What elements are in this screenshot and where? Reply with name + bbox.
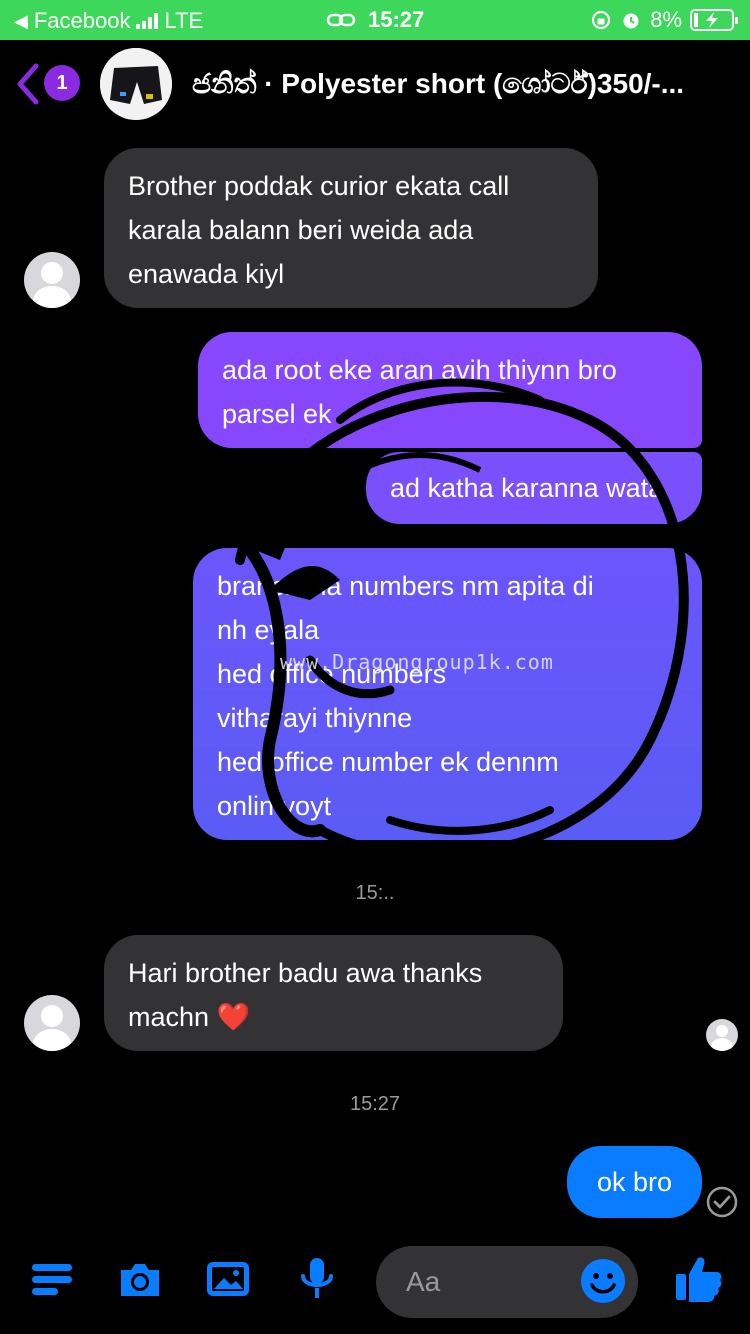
status-right: 8% (590, 7, 738, 33)
signal-icon (136, 13, 159, 29)
message-incoming[interactable]: Hari brother badu awa thanks machn ❤️ (104, 935, 563, 1051)
battery-percent: 8% (650, 7, 682, 32)
alarm-icon (623, 13, 639, 29)
message-input-placeholder: Aa (406, 1266, 441, 1297)
emoji-icon[interactable] (580, 1258, 626, 1304)
conversation-title[interactable]: ජනිත් · Polyester short (ශෝර්ට්)350/-... (192, 68, 732, 101)
unread-badge[interactable]: 1 (44, 65, 80, 101)
message-outgoing[interactable]: ad katha karanna wata (366, 452, 702, 524)
message-incoming[interactable]: Brother poddak curior ekata call karala … (104, 148, 598, 308)
contact-avatar[interactable] (24, 252, 80, 308)
status-center: 15:27 (326, 7, 424, 33)
menu-grid-icon[interactable] (28, 1254, 78, 1304)
clock: 15:27 (368, 7, 425, 32)
conversation-header: 1 ජනිත් · Polyester short (ශෝර්ට්)350/-.… (0, 40, 750, 132)
message-input[interactable]: Aa (376, 1246, 638, 1318)
seen-by-avatar (706, 1019, 738, 1051)
thumbs-up-icon[interactable] (672, 1252, 726, 1306)
status-bar: ◀ Facebook LTE 15:27 8% (0, 0, 750, 40)
watermark-url: www.Dragongroup1k.com (280, 650, 554, 674)
back-to-app-icon[interactable]: ◀ (14, 11, 28, 32)
contact-avatar[interactable] (24, 995, 80, 1051)
battery-charging-icon (690, 9, 738, 31)
camera-icon[interactable] (115, 1254, 165, 1304)
timestamp: 15:27 (349, 1093, 401, 1115)
network-label: LTE (164, 8, 204, 33)
message-outgoing[interactable]: branch vla numbers nm apita di nh eyala … (193, 548, 702, 840)
message-outgoing[interactable]: ada root eke aran avih thiynn bro parsel… (198, 332, 702, 448)
shorts-product-image (100, 48, 172, 120)
rotation-lock-icon (592, 10, 611, 30)
hotspot-link-icon (326, 13, 356, 27)
message-composer: Aa (0, 1240, 750, 1324)
message-outgoing[interactable]: ok bro (567, 1146, 702, 1218)
back-app-label[interactable]: Facebook (34, 8, 131, 34)
status-left: ◀ Facebook LTE (14, 8, 203, 34)
microphone-icon[interactable] (292, 1254, 342, 1304)
product-avatar[interactable] (100, 48, 172, 120)
delivered-check-icon (706, 1186, 738, 1218)
gallery-icon[interactable] (203, 1254, 253, 1304)
timestamp: 15:.. (355, 882, 395, 904)
